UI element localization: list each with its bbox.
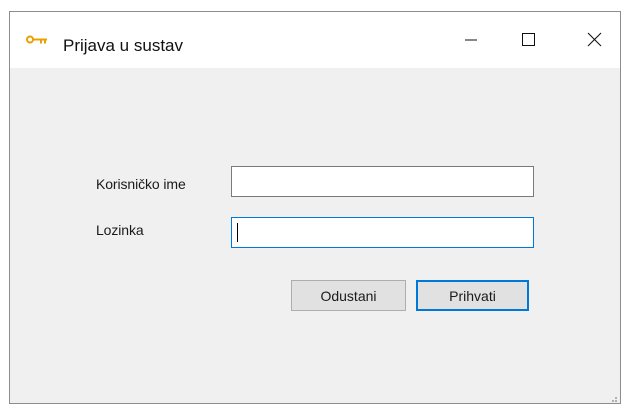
cancel-button[interactable]: Odustani bbox=[291, 280, 406, 311]
minimize-icon bbox=[463, 32, 479, 48]
accept-button[interactable]: Prihvati bbox=[416, 280, 529, 311]
text-caret bbox=[237, 223, 238, 242]
login-form: Korisničko ime Lozinka Odustani Prihvati bbox=[10, 68, 620, 403]
login-window: Prijava u sustav Korisničko ime Lozinka … bbox=[9, 11, 621, 404]
maximize-icon bbox=[520, 32, 536, 48]
close-icon bbox=[586, 32, 602, 48]
window-title: Prijava u sustav bbox=[63, 36, 183, 55]
screen: Prijava u sustav Korisničko ime Lozinka … bbox=[0, 0, 631, 412]
maximize-button[interactable] bbox=[499, 12, 556, 68]
username-label: Korisničko ime bbox=[96, 176, 186, 192]
password-input[interactable] bbox=[231, 217, 534, 248]
resize-grip-icon[interactable] bbox=[608, 393, 618, 403]
title-bar[interactable]: Prijava u sustav bbox=[10, 12, 620, 68]
minimize-button[interactable] bbox=[442, 12, 499, 68]
username-input[interactable] bbox=[231, 166, 534, 197]
password-label: Lozinka bbox=[96, 222, 144, 238]
key-icon bbox=[26, 35, 49, 49]
close-button[interactable] bbox=[565, 12, 620, 68]
